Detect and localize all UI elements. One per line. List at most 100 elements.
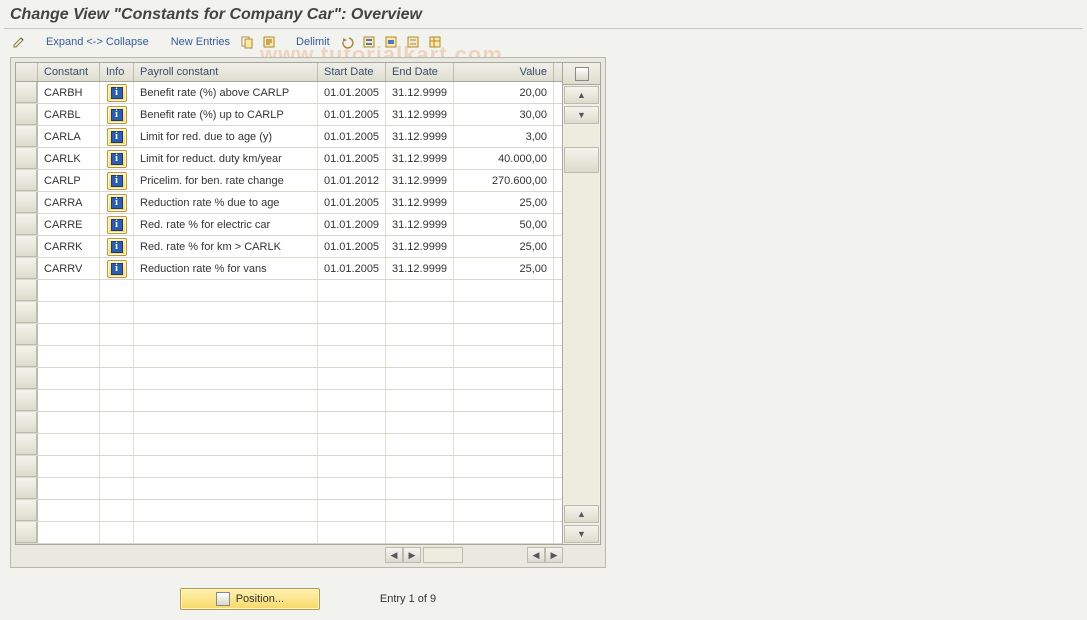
- cell-info[interactable]: [100, 500, 134, 521]
- cell-payroll-constant[interactable]: Red. rate % for electric car: [134, 214, 318, 235]
- scroll-right-end-icon[interactable]: ▶: [545, 547, 563, 563]
- cell-payroll-constant[interactable]: Limit for red. due to age (y): [134, 126, 318, 147]
- cell-constant[interactable]: [38, 368, 100, 389]
- cell-end-date[interactable]: [386, 324, 454, 345]
- cell-end-date[interactable]: 31.12.9999: [386, 214, 454, 235]
- cell-start-date[interactable]: 01.01.2005: [318, 192, 386, 213]
- cell-end-date[interactable]: [386, 302, 454, 323]
- col-value[interactable]: Value: [454, 63, 554, 81]
- cell-payroll-constant[interactable]: Pricelim. for ben. rate change: [134, 170, 318, 191]
- cell-value[interactable]: [454, 522, 554, 543]
- cell-info[interactable]: i: [100, 236, 134, 257]
- cell-start-date[interactable]: [318, 478, 386, 499]
- cell-payroll-constant[interactable]: [134, 346, 318, 367]
- cell-info[interactable]: i: [100, 258, 134, 279]
- cell-constant[interactable]: CARLP: [38, 170, 100, 191]
- cell-payroll-constant[interactable]: Reduction rate % due to age: [134, 192, 318, 213]
- cell-start-date[interactable]: 01.01.2009: [318, 214, 386, 235]
- info-button[interactable]: i: [107, 216, 127, 234]
- table-row[interactable]: CARBHiBenefit rate (%) above CARLP01.01.…: [16, 82, 562, 104]
- cell-start-date[interactable]: 01.01.2005: [318, 258, 386, 279]
- cell-payroll-constant[interactable]: [134, 456, 318, 477]
- cell-constant[interactable]: [38, 456, 100, 477]
- cell-start-date[interactable]: [318, 500, 386, 521]
- cell-info[interactable]: [100, 434, 134, 455]
- row-selector[interactable]: [16, 82, 38, 103]
- cell-constant[interactable]: CARRE: [38, 214, 100, 235]
- cell-start-date[interactable]: [318, 456, 386, 477]
- scroll-up-step-icon[interactable]: ▲: [564, 505, 599, 523]
- cell-value[interactable]: 25,00: [454, 236, 554, 257]
- expand-collapse-link[interactable]: Expand <-> Collapse: [42, 34, 153, 50]
- row-selector[interactable]: [16, 390, 38, 411]
- cell-constant[interactable]: [38, 346, 100, 367]
- cell-info[interactable]: i: [100, 170, 134, 191]
- cell-payroll-constant[interactable]: [134, 302, 318, 323]
- cell-constant[interactable]: CARRV: [38, 258, 100, 279]
- cell-end-date[interactable]: 31.12.9999: [386, 236, 454, 257]
- row-selector[interactable]: [16, 148, 38, 169]
- cell-info[interactable]: i: [100, 192, 134, 213]
- cell-start-date[interactable]: [318, 368, 386, 389]
- select-block-icon[interactable]: [382, 33, 400, 51]
- cell-end-date[interactable]: [386, 368, 454, 389]
- cell-end-date[interactable]: [386, 456, 454, 477]
- table-row[interactable]: CARRViReduction rate % for vans01.01.200…: [16, 258, 562, 280]
- cell-end-date[interactable]: [386, 434, 454, 455]
- cell-value[interactable]: [454, 302, 554, 323]
- cell-value[interactable]: 40.000,00: [454, 148, 554, 169]
- cell-payroll-constant[interactable]: [134, 522, 318, 543]
- scroll-up-icon[interactable]: ▲: [564, 86, 599, 104]
- table-row[interactable]: [16, 324, 562, 346]
- row-selector[interactable]: [16, 280, 38, 301]
- cell-payroll-constant[interactable]: [134, 390, 318, 411]
- cell-value[interactable]: [454, 500, 554, 521]
- cell-constant[interactable]: [38, 390, 100, 411]
- cell-start-date[interactable]: [318, 434, 386, 455]
- scroll-right-icon[interactable]: ▶: [403, 547, 421, 563]
- table-row[interactable]: [16, 390, 562, 412]
- cell-info[interactable]: i: [100, 82, 134, 103]
- cell-constant[interactable]: [38, 500, 100, 521]
- cell-value[interactable]: [454, 456, 554, 477]
- cell-end-date[interactable]: 31.12.9999: [386, 258, 454, 279]
- info-button[interactable]: i: [107, 238, 127, 256]
- table-row[interactable]: [16, 412, 562, 434]
- cell-payroll-constant[interactable]: [134, 280, 318, 301]
- cell-start-date[interactable]: [318, 346, 386, 367]
- cell-info[interactable]: [100, 324, 134, 345]
- row-selector[interactable]: [16, 478, 38, 499]
- cell-end-date[interactable]: [386, 522, 454, 543]
- table-row[interactable]: CARLAiLimit for red. due to age (y)01.01…: [16, 126, 562, 148]
- delimit-link[interactable]: Delimit: [292, 34, 334, 50]
- cell-info[interactable]: [100, 412, 134, 433]
- vertical-scrollbar[interactable]: ▲ ▼ ▲ ▼: [563, 85, 600, 544]
- cell-payroll-constant[interactable]: [134, 500, 318, 521]
- cell-end-date[interactable]: 31.12.9999: [386, 104, 454, 125]
- cell-info[interactable]: [100, 522, 134, 543]
- col-info[interactable]: Info: [100, 63, 134, 81]
- cell-constant[interactable]: [38, 324, 100, 345]
- deselect-all-icon[interactable]: [404, 33, 422, 51]
- row-selector[interactable]: [16, 434, 38, 455]
- table-row[interactable]: [16, 368, 562, 390]
- info-button[interactable]: i: [107, 128, 127, 146]
- cell-info[interactable]: [100, 302, 134, 323]
- cell-payroll-constant[interactable]: Red. rate % for km > CARLK: [134, 236, 318, 257]
- table-row[interactable]: [16, 456, 562, 478]
- cell-value[interactable]: [454, 434, 554, 455]
- table-row[interactable]: CARBLiBenefit rate (%) up to CARLP01.01.…: [16, 104, 562, 126]
- row-selector[interactable]: [16, 456, 38, 477]
- table-row[interactable]: [16, 346, 562, 368]
- row-selector[interactable]: [16, 126, 38, 147]
- cell-value[interactable]: 50,00: [454, 214, 554, 235]
- cell-start-date[interactable]: 01.01.2005: [318, 236, 386, 257]
- table-row[interactable]: CARRKiRed. rate % for km > CARLK01.01.20…: [16, 236, 562, 258]
- cell-value[interactable]: [454, 412, 554, 433]
- row-selector[interactable]: [16, 192, 38, 213]
- col-end-date[interactable]: End Date: [386, 63, 454, 81]
- cell-payroll-constant[interactable]: [134, 324, 318, 345]
- cell-value[interactable]: 25,00: [454, 192, 554, 213]
- row-selector[interactable]: [16, 412, 38, 433]
- undo-icon[interactable]: [338, 33, 356, 51]
